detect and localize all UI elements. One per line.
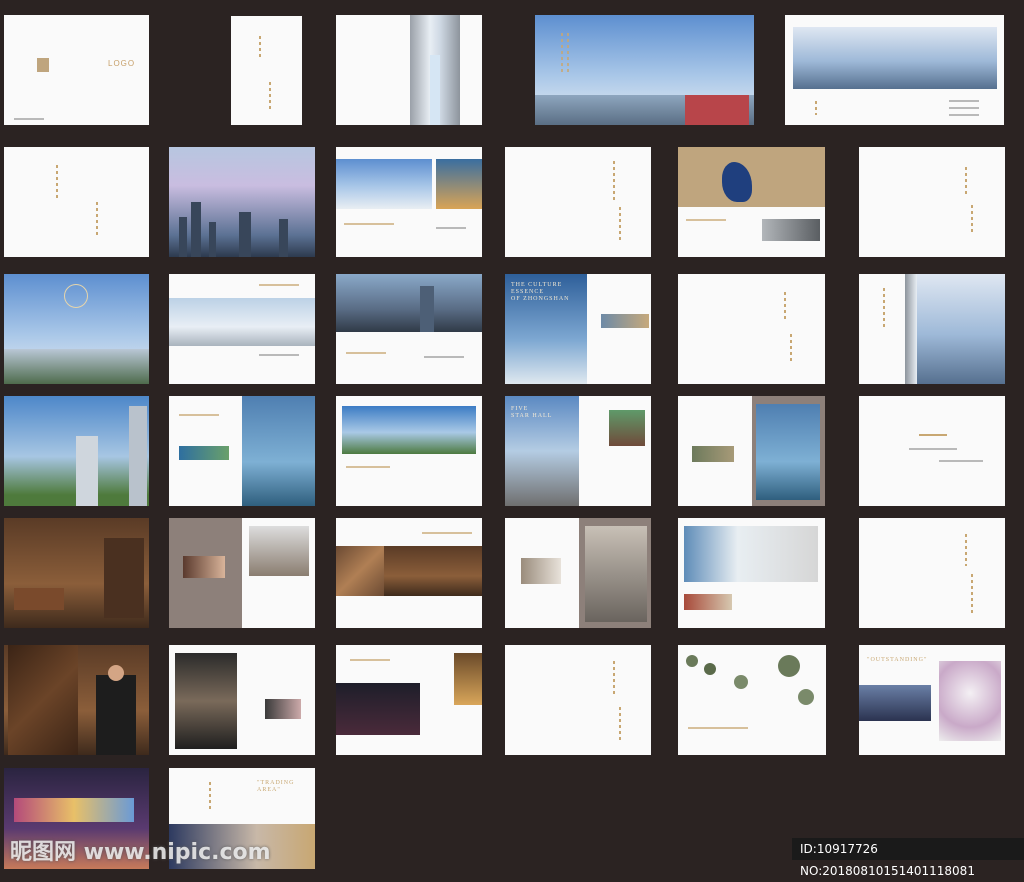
page-22[interactable]: [678, 396, 825, 506]
watermark-site: 昵图网 www.nipic.com: [10, 840, 271, 865]
page-13[interactable]: [169, 274, 315, 384]
page-23[interactable]: [859, 396, 1005, 506]
page-culture[interactable]: THE CULTURE ESSENCE OF ZHONGSHAN: [505, 274, 651, 384]
page-outstanding[interactable]: "OUTSTANDING": [859, 645, 1005, 755]
page-6[interactable]: [4, 147, 149, 257]
page-3[interactable]: [336, 15, 482, 125]
page-cover[interactable]: LOGO: [4, 15, 149, 125]
page-29[interactable]: [859, 518, 1005, 628]
page-24[interactable]: [4, 518, 149, 628]
page-12[interactable]: [4, 274, 149, 384]
page-19[interactable]: [169, 396, 315, 506]
page-34[interactable]: [678, 645, 826, 755]
page-31[interactable]: [169, 645, 315, 755]
trading-title: "TRADING AREA": [257, 780, 295, 793]
page-33[interactable]: [505, 645, 651, 755]
page-30[interactable]: [4, 645, 149, 755]
page-14[interactable]: [336, 274, 482, 384]
page-hall[interactable]: FIVE STAR HALL: [505, 396, 651, 506]
page-4[interactable]: [535, 15, 754, 125]
page-10[interactable]: [678, 147, 825, 257]
page-32[interactable]: [336, 645, 482, 755]
page-9[interactable]: [505, 147, 651, 257]
page-18[interactable]: [4, 396, 149, 506]
page-16[interactable]: [678, 274, 825, 384]
page-26[interactable]: [336, 518, 482, 628]
outstanding-title: "OUTSTANDING": [867, 657, 928, 663]
page-25[interactable]: [169, 518, 315, 628]
page-17[interactable]: [859, 274, 1005, 384]
page-2[interactable]: [231, 16, 302, 125]
page-28[interactable]: [678, 518, 825, 628]
page-8[interactable]: [336, 147, 482, 257]
page-7[interactable]: [169, 147, 315, 257]
logo-label: LOGO: [108, 59, 136, 68]
culture-title: THE CULTURE ESSENCE OF ZHONGSHAN: [511, 282, 570, 302]
page-27[interactable]: [505, 518, 651, 628]
watermark-id: ID:10917726 NO:20180810151401118081: [792, 838, 1024, 878]
hall-title: FIVE STAR HALL: [511, 406, 553, 419]
page-20[interactable]: [336, 396, 482, 506]
logo-emblem: [37, 58, 49, 72]
page-11[interactable]: [859, 147, 1005, 257]
page-5[interactable]: [785, 15, 1004, 125]
